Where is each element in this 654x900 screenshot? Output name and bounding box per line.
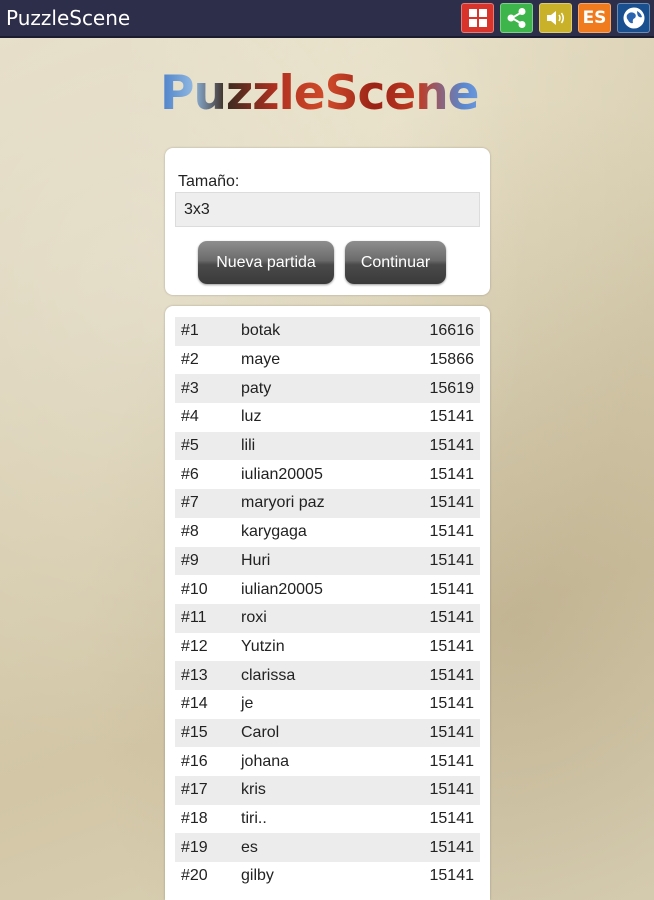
score-value: 15141 <box>429 580 475 598</box>
continue-button[interactable]: Continuar <box>345 241 446 284</box>
score-row: #13 clarissa 15141 <box>175 661 480 690</box>
sound-icon[interactable] <box>539 3 572 33</box>
score-name: johana <box>241 752 290 770</box>
score-name: Huri <box>241 551 271 569</box>
score-rank: #13 <box>181 666 208 684</box>
score-row: #9 Huri 15141 <box>175 546 480 576</box>
score-rank: #15 <box>181 723 208 741</box>
score-name: maryori paz <box>241 494 325 512</box>
size-label: Tamaño: <box>178 173 240 190</box>
score-rank: #17 <box>181 781 208 799</box>
score-name: lili <box>241 437 256 455</box>
score-rank: #18 <box>181 810 208 828</box>
score-name: tiri.. <box>241 810 267 828</box>
score-name: gilby <box>241 867 274 885</box>
score-value: 15141 <box>429 752 475 770</box>
score-value: 15141 <box>429 494 475 512</box>
score-value: 15141 <box>429 838 475 856</box>
score-rank: #1 <box>181 322 199 340</box>
score-row: #3 paty 15619 <box>175 374 480 404</box>
score-value: 15141 <box>429 695 475 713</box>
score-row: #8 karygaga 15141 <box>175 517 480 547</box>
score-row: #16 johana 15141 <box>175 747 480 776</box>
score-name: Yutzin <box>241 637 285 655</box>
score-row: #1 botak 16616 <box>175 317 480 346</box>
score-value: 15141 <box>429 810 475 828</box>
score-name: karygaga <box>241 523 307 541</box>
score-value: 15141 <box>429 465 475 483</box>
score-row: #6 iulian20005 15141 <box>175 460 480 490</box>
score-row: #14 je 15141 <box>175 689 480 719</box>
score-row: #12 Yutzin 15141 <box>175 632 480 662</box>
score-name: botak <box>241 322 281 340</box>
new-game-button[interactable]: Nueva partida <box>198 241 334 284</box>
app-title: PuzzleScene <box>6 6 131 30</box>
score-rank: #6 <box>181 465 199 483</box>
score-rank: #11 <box>181 609 207 627</box>
score-row: #15 Carol 15141 <box>175 718 480 748</box>
score-value: 15141 <box>429 867 475 885</box>
score-rank: #14 <box>181 695 208 713</box>
score-name: iulian20005 <box>241 580 323 598</box>
score-name: roxi <box>241 609 267 627</box>
scores-panel: #1 botak 16616 #2 maye 15866 #3 paty 15619 #4 luz 1… <box>165 306 490 900</box>
score-rank: #20 <box>181 867 208 885</box>
score-row: #5 lili 15141 <box>175 431 480 461</box>
score-value: 15141 <box>429 781 475 799</box>
score-value: 15619 <box>429 379 475 397</box>
score-name: iulian20005 <box>241 465 323 483</box>
score-value: 15141 <box>429 551 475 569</box>
score-value: 15141 <box>429 437 475 455</box>
score-rank: #12 <box>181 637 208 655</box>
logo: PuzzleScene <box>160 68 490 120</box>
score-name: paty <box>241 379 272 397</box>
size-select[interactable]: 3x3 <box>175 192 480 227</box>
score-name: kris <box>241 781 266 799</box>
score-row: #4 luz 15141 <box>175 403 480 432</box>
score-rank: #7 <box>181 494 199 512</box>
grid-icon[interactable] <box>461 3 494 33</box>
score-name: luz <box>241 408 262 426</box>
score-value: 15866 <box>429 351 475 369</box>
score-rank: #16 <box>181 752 208 770</box>
score-value: 16616 <box>429 322 475 340</box>
score-row: #19 es 15141 <box>175 833 480 863</box>
score-rank: #3 <box>181 379 199 397</box>
score-value: 15141 <box>429 723 475 741</box>
score-value: 15141 <box>429 609 475 627</box>
score-row: #18 tiri.. 15141 <box>175 804 480 834</box>
globe-icon[interactable] <box>617 3 650 33</box>
score-name: es <box>241 838 258 856</box>
score-row: #11 roxi 15141 <box>175 603 480 633</box>
score-row: #20 gilby 15141 <box>175 862 480 891</box>
action-bar-icons: ES <box>461 3 654 33</box>
score-row: #10 iulian20005 15141 <box>175 575 480 604</box>
language-icon[interactable]: ES <box>578 3 611 33</box>
action-bar: PuzzleScene ES <box>0 0 654 38</box>
score-rank: #8 <box>181 523 199 541</box>
score-name: clarissa <box>241 666 296 684</box>
score-rank: #5 <box>181 437 199 455</box>
score-row: #17 kris 15141 <box>175 776 480 805</box>
score-name: je <box>241 695 254 713</box>
size-panel: Tamaño: 3x3 Nueva partida Continuar <box>165 148 490 295</box>
score-name: Carol <box>241 723 280 741</box>
scores-table: #1 botak 16616 #2 maye 15866 #3 paty 15619 #4 luz 1… <box>175 317 480 891</box>
score-rank: #9 <box>181 551 199 569</box>
score-row: #7 maryori paz 15141 <box>175 489 480 518</box>
score-rank: #10 <box>181 580 208 598</box>
score-rank: #2 <box>181 351 199 369</box>
language-label: ES <box>582 8 607 28</box>
score-row: #2 maye 15866 <box>175 345 480 375</box>
score-value: 15141 <box>429 666 475 684</box>
score-name: maye <box>241 351 281 369</box>
share-icon[interactable] <box>500 3 533 33</box>
score-value: 15141 <box>429 637 475 655</box>
score-value: 15141 <box>429 523 475 541</box>
score-value: 15141 <box>429 408 475 426</box>
score-rank: #19 <box>181 838 208 856</box>
score-rank: #4 <box>181 408 199 426</box>
